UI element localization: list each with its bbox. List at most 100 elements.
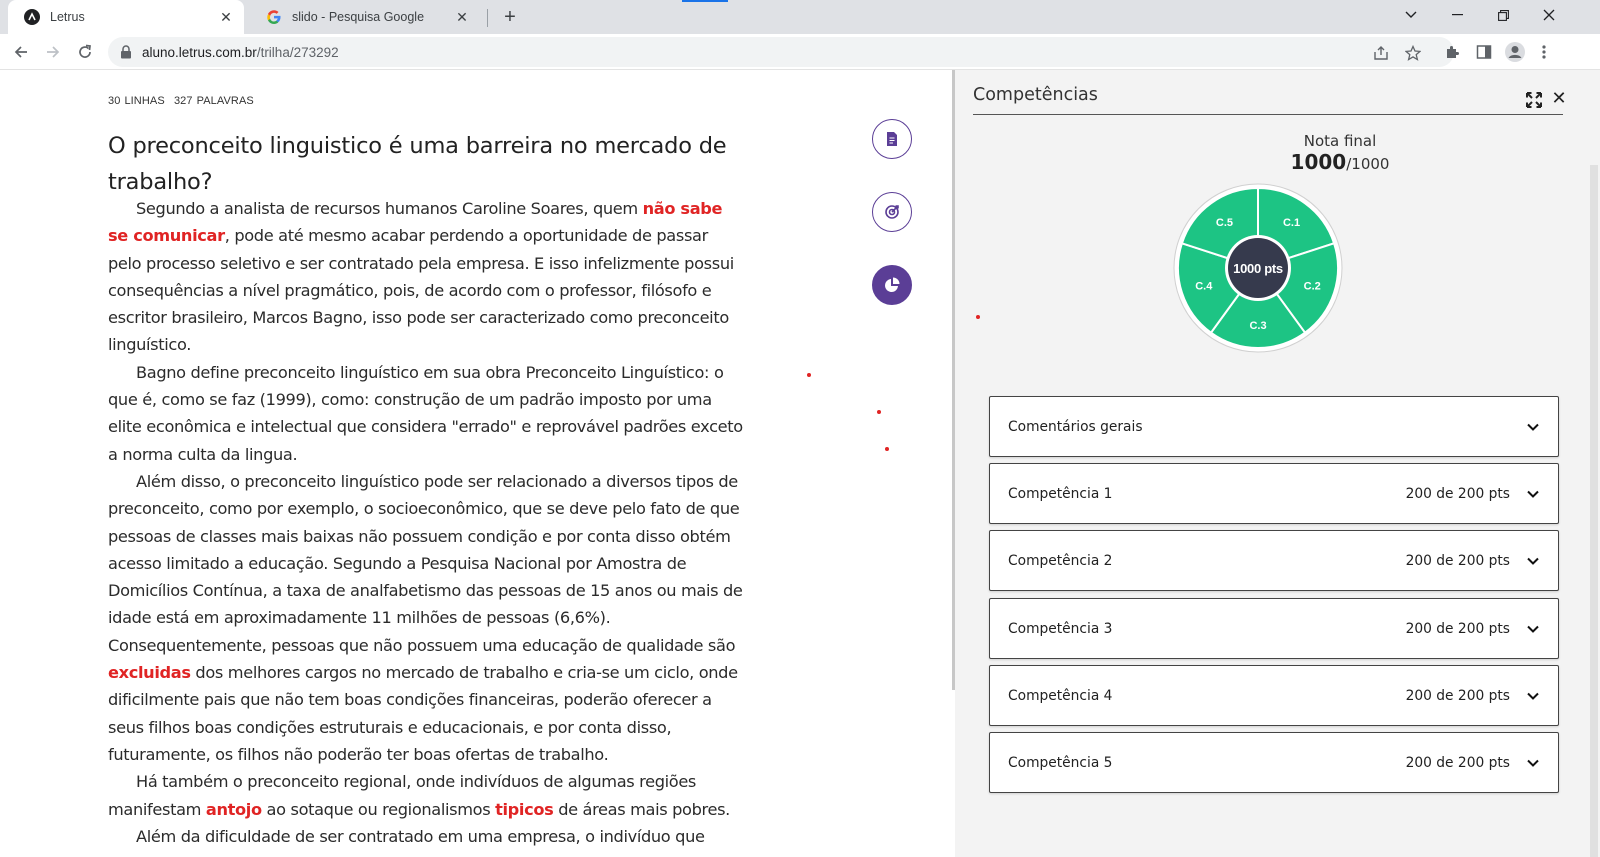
chevron-down-icon[interactable] bbox=[1526, 554, 1540, 568]
lock-icon[interactable] bbox=[120, 45, 132, 59]
essay-stats: 30 LINHAS 327 PALAVRAS bbox=[108, 95, 254, 107]
competencies-panel: Competências ✕ Nota final 1000/1000 C.1 C… bbox=[955, 70, 1600, 857]
share-icon[interactable] bbox=[1372, 44, 1390, 62]
accordion-general-comments[interactable]: Comentários gerais bbox=[989, 396, 1559, 457]
url-path: /trilha/273292 bbox=[256, 44, 339, 60]
pie-chart-icon bbox=[885, 277, 900, 292]
tab-letrus[interactable]: Letrus ✕ bbox=[8, 0, 244, 34]
browser-toolbar: aluno.letrus.com.br/trilha/273292 bbox=[0, 34, 1600, 70]
tab-title: slido - Pesquisa Google bbox=[292, 10, 425, 24]
essay-pane: 30 LINHAS 327 PALAVRAS O preconceito lingu… bbox=[0, 70, 955, 857]
back-arrow-icon[interactable] bbox=[7, 38, 35, 66]
essay-paragraph: Segundo a analista de recursos humanos C… bbox=[108, 195, 744, 359]
final-grade-score: 1000 bbox=[1290, 150, 1347, 174]
minimize-icon[interactable] bbox=[1434, 0, 1480, 30]
close-tab-icon[interactable]: ✕ bbox=[216, 7, 236, 27]
accordion-score: 200 de 200 pts bbox=[1405, 754, 1510, 771]
target-button[interactable] bbox=[872, 192, 912, 232]
profile-avatar-icon[interactable] bbox=[1503, 40, 1527, 64]
chevron-down-icon[interactable] bbox=[1526, 487, 1540, 501]
tab-search-chevron-icon[interactable] bbox=[1388, 0, 1434, 30]
pie-slice-label: C.1 bbox=[1283, 217, 1300, 229]
lines-label: LINHAS bbox=[124, 95, 165, 107]
accordion-label: Competência 1 bbox=[1008, 485, 1113, 502]
accordion-label: Comentários gerais bbox=[1008, 418, 1143, 435]
close-tab-icon[interactable]: ✕ bbox=[452, 7, 472, 27]
chevron-down-icon[interactable] bbox=[1526, 622, 1540, 636]
forward-arrow-icon[interactable] bbox=[39, 38, 67, 66]
essay-title: O preconceito linguistico é uma barreira… bbox=[108, 133, 727, 195]
text-span: Além disso, o preconceito linguístico po… bbox=[108, 471, 743, 655]
competencies-chart-button[interactable] bbox=[872, 265, 912, 305]
document-icon bbox=[887, 132, 897, 146]
text-span: de áreas mais pobres. bbox=[553, 799, 730, 819]
pie-slice-label: C.2 bbox=[1304, 281, 1321, 293]
url-domain: aluno.letrus.com.br bbox=[142, 44, 257, 60]
accordion-label: Competência 3 bbox=[1008, 620, 1113, 637]
words-label: PALAVRAS bbox=[196, 95, 254, 107]
accordion-competency-4[interactable]: Competência 4 200 de 200 pts bbox=[989, 665, 1559, 726]
error-highlight[interactable]: tipicos bbox=[495, 800, 554, 819]
accordion-competency-2[interactable]: Competência 2 200 de 200 pts bbox=[989, 530, 1559, 591]
words-count: 327 bbox=[173, 95, 193, 107]
side-panel-icon[interactable] bbox=[1472, 40, 1496, 64]
close-panel-icon[interactable]: ✕ bbox=[1549, 88, 1569, 108]
new-tab-plus-icon[interactable]: + bbox=[498, 5, 522, 29]
chevron-down-icon[interactable] bbox=[1526, 689, 1540, 703]
error-highlight[interactable]: antojo bbox=[206, 800, 262, 819]
pie-slice-label: C.3 bbox=[1249, 320, 1266, 332]
annotation-dot bbox=[976, 315, 980, 319]
tab-google[interactable]: slido - Pesquisa Google ✕ bbox=[250, 0, 480, 34]
letrus-favicon-icon bbox=[24, 9, 40, 25]
tab-title: Letrus bbox=[50, 10, 85, 24]
essay-paragraph: Há também o preconceito regional, onde i… bbox=[108, 768, 744, 823]
accordion-competency-1[interactable]: Competência 1 200 de 200 pts bbox=[989, 463, 1559, 524]
final-grade-max: /1000 bbox=[1346, 155, 1390, 173]
address-bar[interactable]: aluno.letrus.com.br/trilha/273292 bbox=[108, 37, 1454, 67]
pie-slice-label: C.4 bbox=[1195, 281, 1213, 293]
accordion-label: Competência 4 bbox=[1008, 687, 1113, 704]
accordion-score: 200 de 200 pts bbox=[1405, 620, 1510, 637]
essay-body: Segundo a analista de recursos humanos C… bbox=[108, 195, 744, 857]
google-favicon-icon bbox=[266, 9, 282, 25]
annotation-dot[interactable] bbox=[877, 410, 881, 414]
chrome-menu-icon[interactable] bbox=[1532, 40, 1556, 64]
annotation-dot[interactable] bbox=[885, 447, 889, 451]
reload-icon[interactable] bbox=[71, 38, 99, 66]
close-window-icon[interactable] bbox=[1526, 0, 1572, 30]
accordion-label: Competência 5 bbox=[1008, 754, 1113, 771]
chevron-down-icon[interactable] bbox=[1526, 756, 1540, 770]
annotation-dot[interactable] bbox=[807, 373, 811, 377]
expand-icon[interactable] bbox=[1526, 92, 1542, 108]
lines-count: 30 bbox=[108, 95, 121, 107]
target-icon bbox=[885, 205, 899, 219]
tab-separator bbox=[487, 9, 488, 27]
document-button[interactable] bbox=[872, 119, 912, 159]
url-text[interactable]: aluno.letrus.com.br/trilha/273292 bbox=[142, 45, 339, 60]
accordion-score: 200 de 200 pts bbox=[1405, 552, 1510, 569]
competencies-pie-chart: C.1 C.2 C.3 C.4 C.5 1000 pts bbox=[1173, 183, 1343, 353]
accordion-label: Competência 2 bbox=[1008, 552, 1113, 569]
essay-paragraph: Além disso, o preconceito linguístico po… bbox=[108, 468, 744, 768]
pie-center-label: 1000 pts bbox=[1233, 261, 1283, 276]
panel-scrollbar[interactable] bbox=[1590, 165, 1598, 857]
final-grade-value: 1000/1000 bbox=[1255, 150, 1425, 174]
final-grade-label: Nota final bbox=[1303, 132, 1377, 150]
essay-paragraph: Bagno define preconceito linguístico em … bbox=[108, 362, 743, 464]
extensions-puzzle-icon[interactable] bbox=[1440, 40, 1464, 64]
accordion-score: 200 de 200 pts bbox=[1405, 485, 1510, 502]
bookmark-star-icon[interactable] bbox=[1404, 44, 1422, 62]
text-span: , pode até mesmo acabar perdendo a oport… bbox=[108, 226, 734, 355]
text-span: dos melhores cargos no mercado de trabal… bbox=[108, 663, 738, 764]
browser-tabstrip: Letrus ✕ slido - Pesquisa Google ✕ + bbox=[0, 0, 1600, 34]
accordion-competency-3[interactable]: Competência 3 200 de 200 pts bbox=[989, 598, 1559, 659]
text-span: ao sotaque ou regionalismos bbox=[261, 799, 496, 819]
restore-icon[interactable] bbox=[1480, 0, 1526, 30]
accordion-competency-5[interactable]: Competência 5 200 de 200 pts bbox=[989, 732, 1559, 793]
essay-paragraph: Além da dificuldade de ser contratado em… bbox=[108, 826, 705, 857]
panel-title: Competências bbox=[973, 85, 1098, 105]
chevron-down-icon[interactable] bbox=[1526, 420, 1540, 434]
accordion-score: 200 de 200 pts bbox=[1405, 687, 1510, 704]
text-span: Segundo a analista de recursos humanos C… bbox=[136, 199, 643, 218]
error-highlight[interactable]: excluidas bbox=[108, 663, 191, 682]
